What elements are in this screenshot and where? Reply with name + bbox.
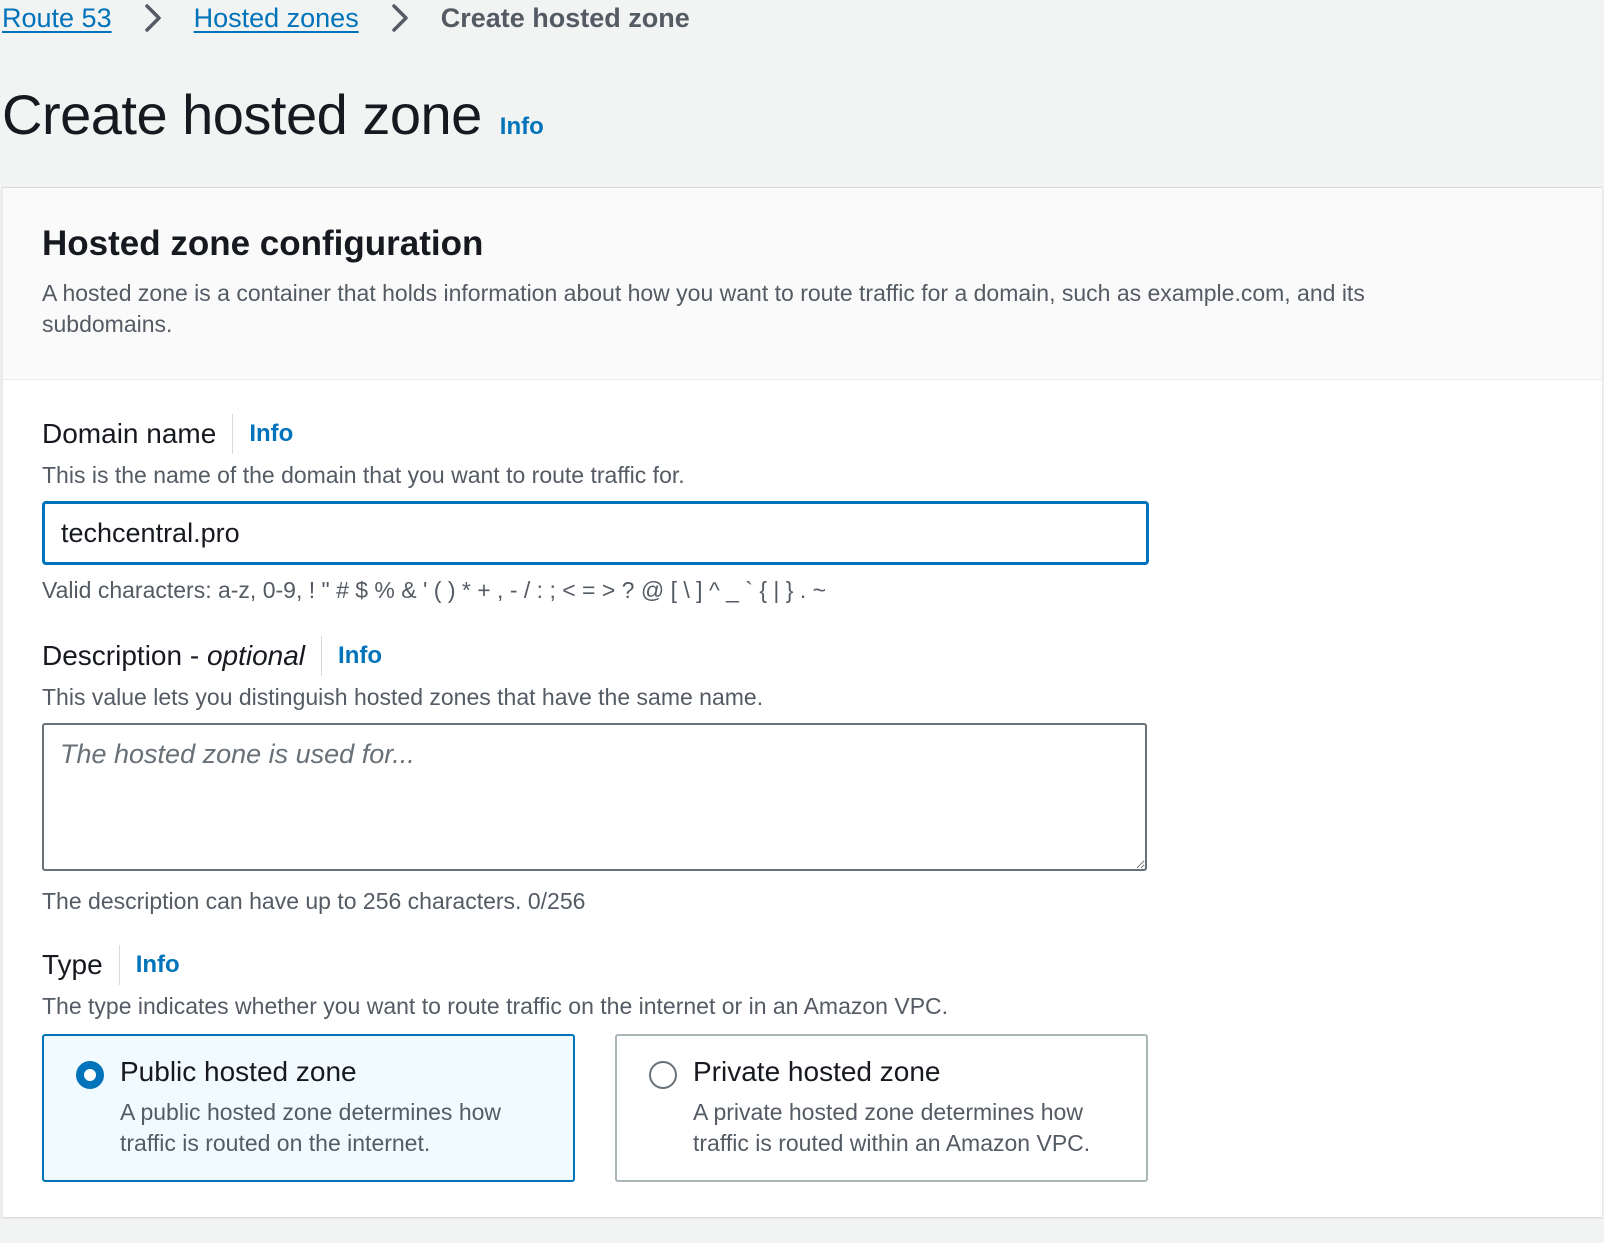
description-info-link[interactable]: Info bbox=[338, 642, 382, 670]
panel-header: Hosted zone configuration A hosted zone … bbox=[3, 188, 1602, 380]
public-hosted-zone-description: A public hosted zone determines how traf… bbox=[120, 1099, 502, 1156]
breadcrumb-current: Create hosted zone bbox=[440, 2, 690, 33]
page-info-link[interactable]: Info bbox=[500, 113, 544, 141]
breadcrumb-hosted-zones-link[interactable]: Hosted zones bbox=[194, 3, 359, 34]
panel-description: A hosted zone is a container that holds … bbox=[42, 280, 1365, 337]
domain-name-field: Domain name Info This is the name of the… bbox=[42, 414, 1149, 604]
type-field: Type Info The type indicates whether you… bbox=[42, 945, 1148, 1182]
type-info-link[interactable]: Info bbox=[136, 951, 180, 979]
description-optional-text: optional bbox=[206, 640, 306, 671]
type-description: The type indicates whether you want to r… bbox=[42, 993, 949, 1019]
description-label: Description - optional bbox=[42, 640, 305, 672]
private-hosted-zone-tile[interactable]: Private hosted zone A private hosted zon… bbox=[615, 1034, 1148, 1182]
domain-name-description: This is the name of the domain that you … bbox=[42, 462, 685, 488]
public-hosted-zone-tile[interactable]: Public hosted zone A public hosted zone … bbox=[42, 1034, 575, 1182]
page-header: Create hosted zone Info bbox=[2, 82, 544, 147]
public-hosted-zone-radio[interactable] bbox=[76, 1061, 104, 1089]
domain-name-constraint: Valid characters: a-z, 0-9, ! " # $ % & … bbox=[42, 577, 827, 603]
type-tiles: Public hosted zone A public hosted zone … bbox=[42, 1034, 1148, 1182]
domain-name-input[interactable] bbox=[42, 501, 1149, 565]
panel-title: Hosted zone configuration bbox=[42, 224, 484, 263]
private-hosted-zone-title: Private hosted zone bbox=[693, 1056, 941, 1087]
description-field: Description - optional Info This value l… bbox=[42, 636, 1147, 915]
type-label: Type bbox=[42, 949, 103, 980]
breadcrumb-route53-link[interactable]: Route 53 bbox=[2, 3, 112, 34]
description-textarea[interactable] bbox=[42, 723, 1147, 871]
domain-name-info-link[interactable]: Info bbox=[249, 420, 293, 448]
label-divider bbox=[232, 414, 234, 454]
private-hosted-zone-description: A private hosted zone determines how tra… bbox=[693, 1099, 1091, 1156]
private-hosted-zone-radio[interactable] bbox=[649, 1061, 677, 1089]
label-divider bbox=[321, 636, 323, 676]
breadcrumb: Route 53 Hosted zones Create hosted zone bbox=[2, 0, 690, 36]
chevron-right-icon bbox=[136, 1, 170, 35]
description-help-text: This value lets you distinguish hosted z… bbox=[42, 684, 764, 710]
description-label-text: Description - bbox=[42, 640, 207, 671]
description-constraint: The description can have up to 256 chara… bbox=[42, 888, 586, 914]
label-divider bbox=[118, 945, 120, 985]
domain-name-label: Domain name bbox=[42, 418, 217, 449]
hosted-zone-configuration-panel: Hosted zone configuration A hosted zone … bbox=[2, 187, 1602, 1217]
public-hosted-zone-title: Public hosted zone bbox=[120, 1056, 357, 1087]
page-title: Create hosted zone bbox=[2, 83, 482, 146]
chevron-right-icon bbox=[383, 1, 417, 35]
